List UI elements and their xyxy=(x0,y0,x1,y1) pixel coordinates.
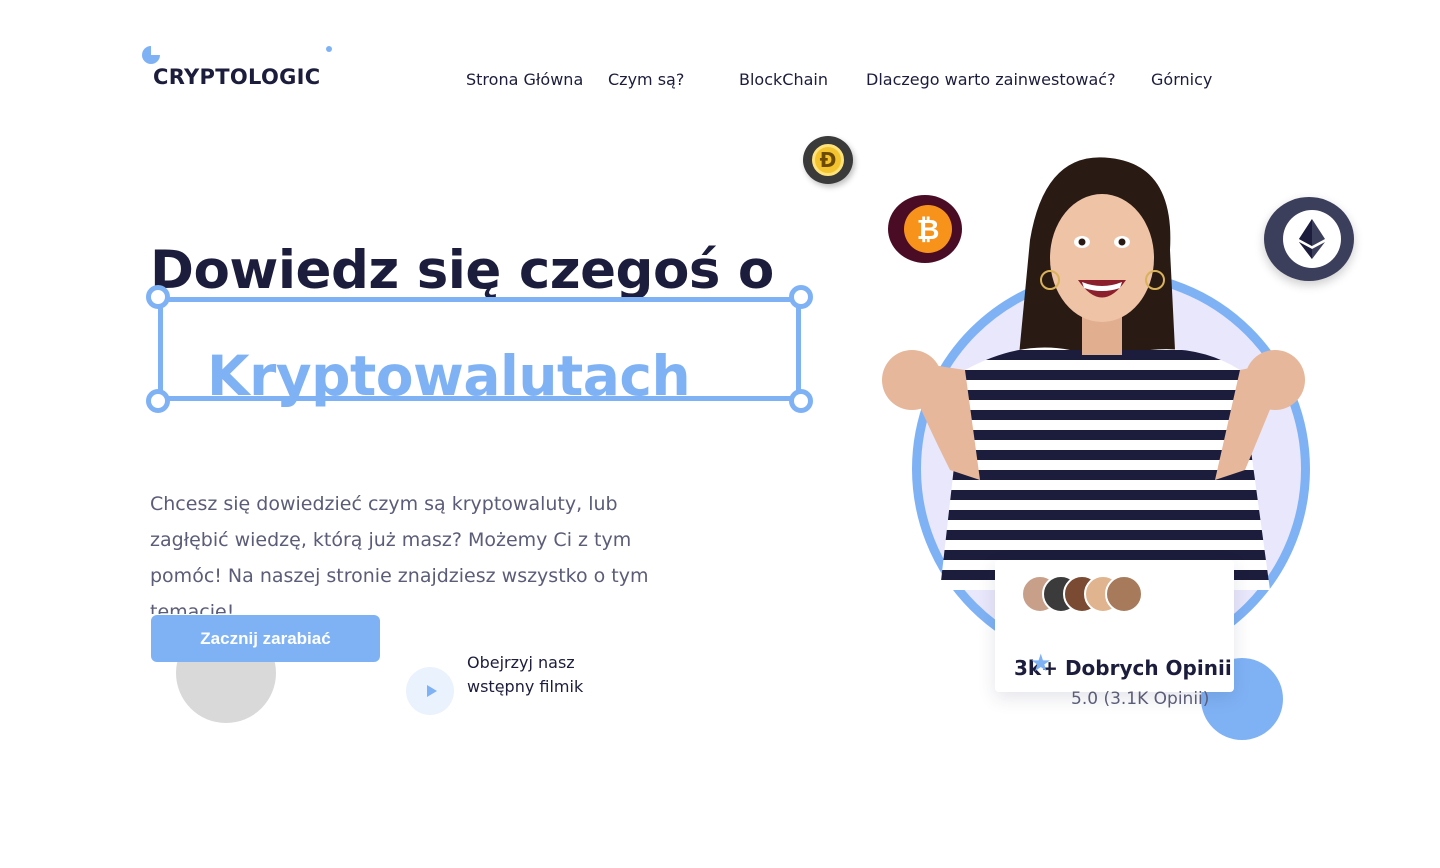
selection-handle-bottom-left[interactable] xyxy=(146,389,170,413)
hero-title-line1: Dowiedz się czegoś o xyxy=(150,240,774,301)
selection-handle-top-left[interactable] xyxy=(146,285,170,309)
logo-text: CRYPTOLOGIC xyxy=(153,65,321,89)
dogecoin-icon: Ð xyxy=(803,136,853,184)
star-icon: ★ xyxy=(1030,649,1052,677)
avatar xyxy=(1105,575,1143,613)
selection-box xyxy=(158,297,801,401)
hero-description: Chcesz się dowiedzieć czym są kryptowalu… xyxy=(150,493,649,614)
ethereum-diamond-icon xyxy=(1299,219,1325,259)
selection-handle-bottom-right[interactable] xyxy=(789,389,813,413)
nav-item-blockchain[interactable]: BlockChain xyxy=(739,70,828,89)
nav-item-what-are[interactable]: Czym są? xyxy=(608,70,684,89)
video-label[interactable]: Obejrzyj nasz wstępny filmik xyxy=(467,651,607,699)
logo[interactable]: CRYPTOLOGIC xyxy=(142,46,342,96)
reviews-rating: 5.0 (3.1K Opinii) xyxy=(1071,689,1210,709)
play-icon xyxy=(426,685,437,697)
ethereum-icon xyxy=(1264,197,1354,281)
nav-item-miners[interactable]: Górnicy xyxy=(1151,70,1212,89)
logo-dot-icon xyxy=(326,46,332,52)
bitcoin-icon: ₿ xyxy=(888,195,962,263)
nav-item-why-invest[interactable]: Dlaczego warto zainwestować? xyxy=(866,70,1116,89)
play-video-button[interactable] xyxy=(406,667,454,715)
nav-item-home[interactable]: Strona Główna xyxy=(466,70,583,89)
selection-handle-top-right[interactable] xyxy=(789,285,813,309)
logo-mark-icon xyxy=(142,46,160,64)
reviewer-avatars xyxy=(1021,575,1151,613)
start-earning-button[interactable]: Zacznij zarabiać xyxy=(151,615,380,662)
